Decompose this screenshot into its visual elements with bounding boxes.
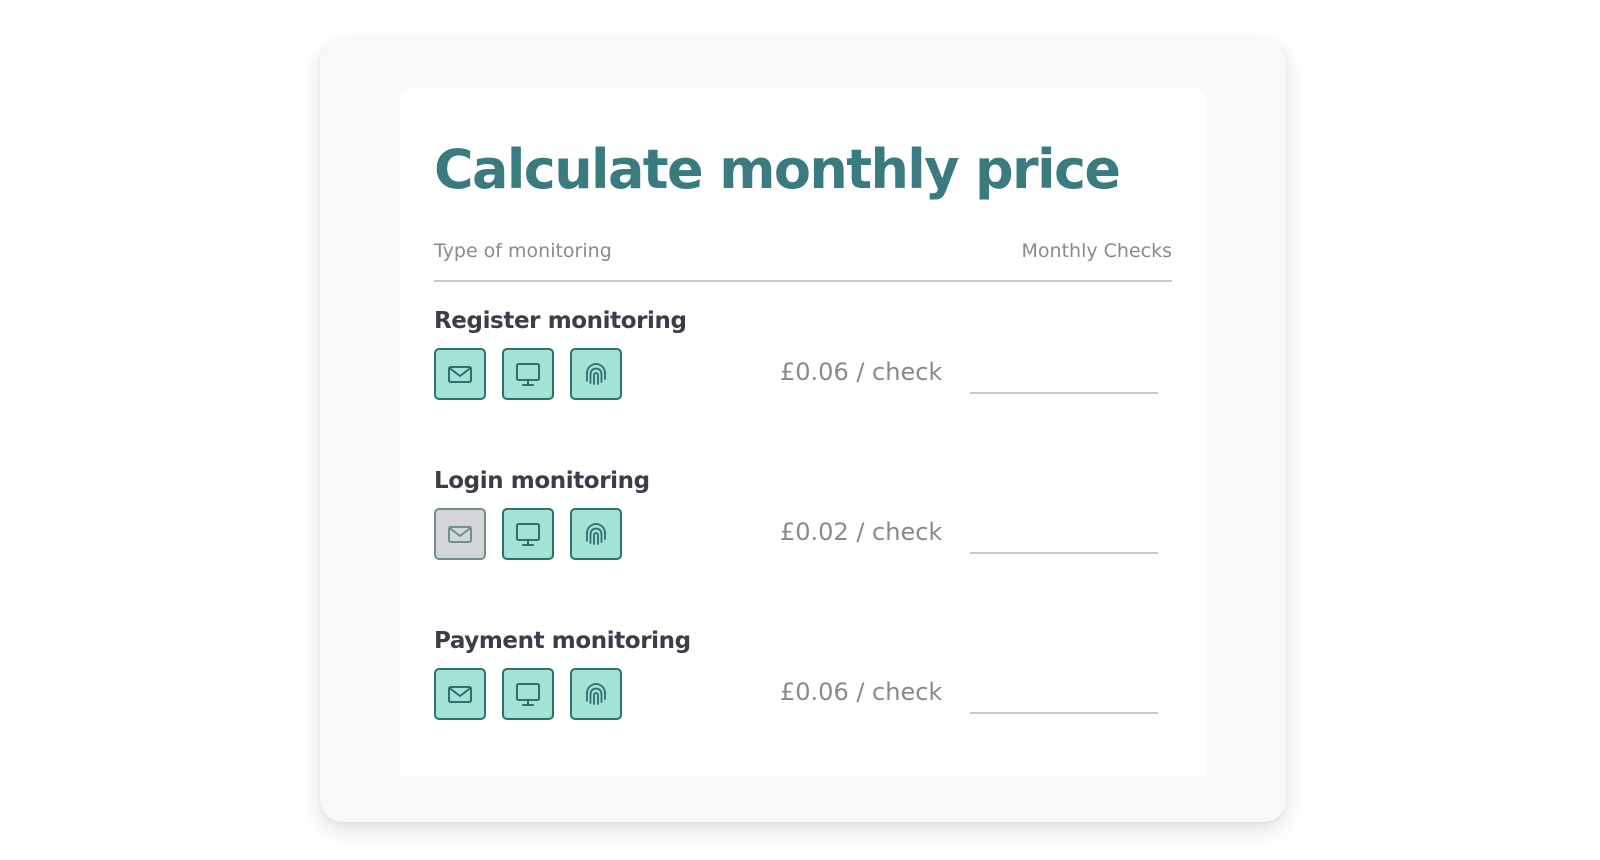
column-header-type: Type of monitoring — [434, 240, 612, 262]
monitor-icon — [516, 683, 540, 706]
email-toggle[interactable] — [434, 348, 486, 400]
monitor-icon — [516, 523, 540, 546]
fingerprint-icon — [586, 683, 606, 705]
row-title: Register monitoring — [434, 308, 687, 334]
fingerprint-icon — [586, 523, 606, 545]
envelope-icon — [448, 366, 472, 383]
fingerprint-icon — [586, 363, 606, 385]
monitoring-row-payment: Payment monitoring £0.06 / check — [434, 628, 1172, 748]
price-per-check: £0.06 / check — [780, 678, 943, 706]
desktop-toggle[interactable] — [502, 508, 554, 560]
calculator-card: Calculate monthly price Type of monitori… — [320, 40, 1286, 822]
monitoring-row-register: Register monitoring £0.06 / check — [434, 308, 1172, 428]
biometric-toggle[interactable] — [570, 668, 622, 720]
price-per-check: £0.06 / check — [780, 358, 943, 386]
monthly-checks-input[interactable] — [970, 360, 1158, 394]
table-header: Type of monitoring Monthly Checks — [434, 240, 1172, 282]
envelope-icon — [448, 526, 472, 543]
email-toggle[interactable] — [434, 668, 486, 720]
price-per-check: £0.02 / check — [780, 518, 943, 546]
monitoring-row-login: Login monitoring £0.02 / check — [434, 468, 1172, 588]
envelope-icon — [448, 686, 472, 703]
page-title: Calculate monthly price — [434, 138, 1121, 201]
biometric-toggle[interactable] — [570, 348, 622, 400]
email-toggle[interactable] — [434, 508, 486, 560]
row-title: Payment monitoring — [434, 628, 691, 654]
monitor-icon — [516, 363, 540, 386]
calculator-panel: Calculate monthly price Type of monitori… — [400, 88, 1206, 776]
column-header-monthly-checks: Monthly Checks — [1021, 240, 1172, 262]
row-title: Login monitoring — [434, 468, 650, 494]
desktop-toggle[interactable] — [502, 668, 554, 720]
desktop-toggle[interactable] — [502, 348, 554, 400]
monthly-checks-input[interactable] — [970, 680, 1158, 714]
monthly-checks-input[interactable] — [970, 520, 1158, 554]
biometric-toggle[interactable] — [570, 508, 622, 560]
